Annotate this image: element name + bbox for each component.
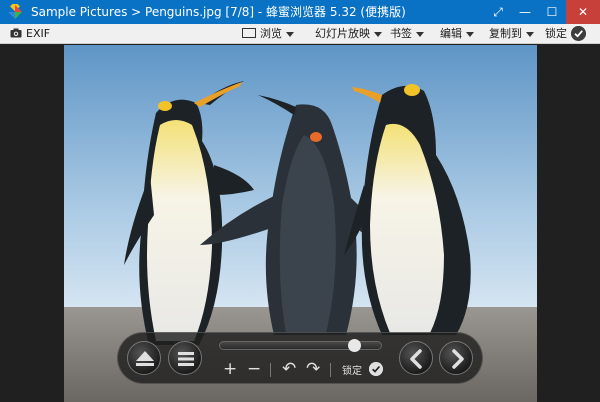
eject-icon: [136, 351, 154, 366]
chevron-down-icon: [286, 31, 294, 37]
edit-menu[interactable]: 编辑: [440, 24, 474, 44]
view-mode-icon: [242, 28, 256, 38]
eject-button[interactable]: [127, 341, 161, 375]
lock-toggle[interactable]: 锁定: [545, 24, 586, 44]
next-button[interactable]: [439, 341, 473, 375]
lock-label: 锁定: [545, 27, 567, 40]
menu-button[interactable]: [168, 341, 202, 375]
previous-button[interactable]: [399, 341, 433, 375]
maximize-icon: ☐: [546, 5, 558, 19]
copy-to-menu[interactable]: 复制到: [489, 24, 534, 44]
window-title: Sample Pictures > Penguins.jpg [7/8] - 蜂…: [31, 5, 406, 19]
divider: [270, 363, 271, 377]
edit-label: 编辑: [440, 27, 462, 40]
slideshow-label: 幻灯片放映: [315, 27, 370, 40]
zoom-out-button[interactable]: −: [247, 361, 261, 378]
zoom-in-button[interactable]: +: [223, 361, 237, 378]
bookmarks-label: 书签: [390, 27, 412, 40]
check-circle-icon[interactable]: [369, 362, 383, 376]
fullscreen-button[interactable]: ⤢: [485, 0, 511, 24]
minimize-button[interactable]: —: [512, 0, 538, 24]
chevron-left-icon: [410, 349, 422, 369]
rotate-left-button[interactable]: ↶: [282, 361, 296, 378]
exif-button[interactable]: EXIF: [10, 24, 50, 44]
playback-controls: + − ↶ ↷ 锁定: [117, 332, 483, 384]
close-button[interactable]: ✕: [566, 0, 600, 24]
close-icon: ✕: [577, 5, 589, 19]
copy-to-label: 复制到: [489, 27, 522, 40]
title-bar: Sample Pictures > Penguins.jpg [7/8] - 蜂…: [0, 0, 600, 24]
chevron-right-icon: [452, 349, 464, 369]
minimize-icon: —: [519, 5, 531, 19]
camera-icon: [10, 28, 22, 38]
menu-icon: [178, 352, 194, 366]
zoom-slider-knob[interactable]: [348, 339, 362, 352]
chevron-down-icon: [374, 31, 382, 37]
fullscreen-icon: ⤢: [493, 5, 503, 19]
maximize-button[interactable]: ☐: [539, 0, 565, 24]
bookmarks-menu[interactable]: 书签: [390, 24, 424, 44]
lock-label[interactable]: 锁定: [342, 362, 362, 377]
divider: [330, 363, 331, 377]
chevron-down-icon: [416, 31, 424, 37]
app-logo-icon: [8, 4, 22, 19]
rotate-right-button[interactable]: ↷: [306, 361, 320, 378]
browse-label: 浏览: [260, 27, 282, 40]
browse-menu[interactable]: 浏览: [242, 24, 294, 44]
check-circle-icon: [571, 26, 586, 41]
chevron-down-icon: [526, 31, 534, 37]
slideshow-menu[interactable]: 幻灯片放映: [315, 24, 382, 44]
exif-label: EXIF: [26, 27, 51, 40]
chevron-down-icon: [466, 31, 474, 37]
toolbar: EXIF 浏览 幻灯片放映 书签 编辑 复制到 锁定: [0, 24, 600, 44]
image-viewer[interactable]: + − ↶ ↷ 锁定: [0, 45, 600, 402]
